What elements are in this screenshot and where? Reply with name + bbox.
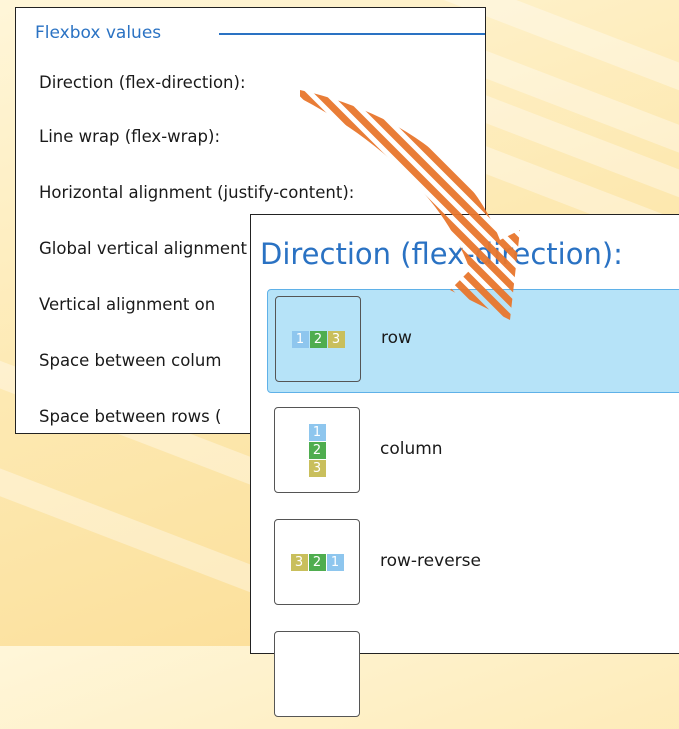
direction-picker-panel: Direction (flex-direction): 1 2 3 row 1 … bbox=[250, 214, 679, 717]
option-column-reverse[interactable] bbox=[267, 625, 679, 729]
column-direction-icon: 1 2 3 bbox=[274, 407, 360, 493]
option-row[interactable]: 1 2 3 row bbox=[267, 289, 679, 393]
property-space-between-columns[interactable]: Space between colum bbox=[39, 350, 221, 372]
row-reverse-direction-icon: 3 2 1 bbox=[274, 519, 360, 605]
option-label: column bbox=[380, 439, 443, 459]
chip-3: 3 bbox=[327, 330, 345, 348]
property-direction[interactable]: Direction (flex-direction): bbox=[39, 72, 246, 94]
column-reverse-direction-icon bbox=[274, 631, 360, 717]
chip-2: 2 bbox=[309, 330, 327, 348]
chip-2: 2 bbox=[308, 553, 326, 571]
property-horizontal-alignment[interactable]: Horizontal alignment (justify-content): bbox=[39, 182, 354, 204]
chip-2: 2 bbox=[308, 441, 326, 459]
group-header: Flexbox values bbox=[35, 21, 485, 45]
row-direction-icon: 1 2 3 bbox=[275, 296, 361, 382]
property-vertical-alignment[interactable]: Vertical alignment on bbox=[39, 294, 215, 316]
option-label: row-reverse bbox=[380, 551, 481, 571]
chip-1: 1 bbox=[308, 423, 326, 441]
property-line-wrap[interactable]: Line wrap (flex-wrap): bbox=[39, 126, 220, 148]
property-global-vertical-alignment[interactable]: Global vertical alignment bbox=[39, 238, 247, 260]
option-label: row bbox=[381, 328, 412, 348]
property-space-between-rows[interactable]: Space between rows ( bbox=[39, 406, 221, 428]
picker-title: Direction (flex-direction): bbox=[260, 237, 623, 271]
option-row-reverse[interactable]: 3 2 1 row-reverse bbox=[267, 513, 679, 617]
chip-1: 1 bbox=[326, 553, 344, 571]
group-title: Flexbox values bbox=[35, 23, 162, 43]
chip-3: 3 bbox=[290, 553, 308, 571]
option-column[interactable]: 1 2 3 column bbox=[267, 401, 679, 505]
group-divider bbox=[219, 33, 485, 35]
chip-1: 1 bbox=[291, 330, 309, 348]
chip-3: 3 bbox=[308, 459, 326, 477]
